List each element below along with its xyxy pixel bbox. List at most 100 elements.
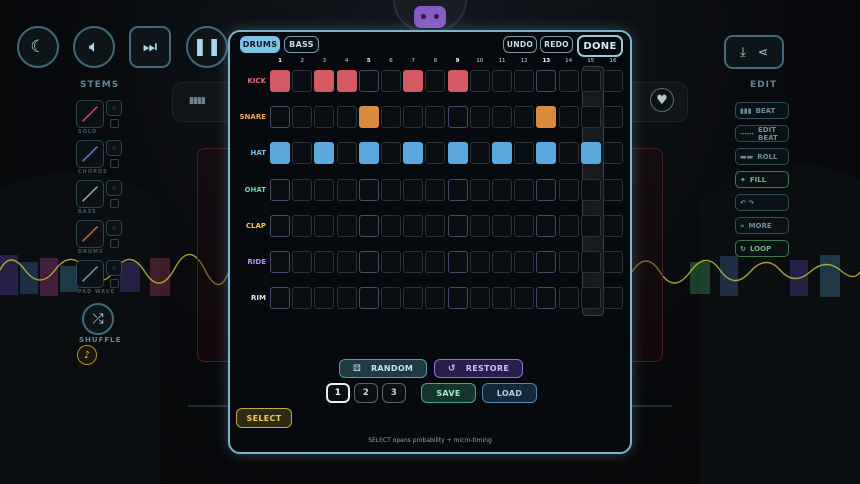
- step-cell-hat-14[interactable]: [558, 142, 579, 165]
- music-note-button[interactable]: ♪: [77, 345, 97, 365]
- step-cell-ride-5[interactable]: [358, 251, 379, 273]
- stem-3-toggle[interactable]: [76, 180, 104, 208]
- step-cell-hat-15[interactable]: [580, 142, 601, 165]
- step-cell-kick-8[interactable]: [425, 70, 446, 92]
- stem-1-options-icon[interactable]: ⁘: [106, 100, 122, 116]
- step-cell-kick-4[interactable]: [336, 70, 357, 92]
- random-button[interactable]: ⚄ RANDOM: [339, 359, 427, 378]
- step-cell-kick-2[interactable]: [292, 70, 313, 92]
- step-cell-ohat-6[interactable]: [381, 178, 401, 201]
- step-cell-clap-3[interactable]: [314, 214, 335, 237]
- step-cell-kick-7[interactable]: [403, 70, 424, 92]
- step-cell-hat-11[interactable]: [492, 142, 512, 165]
- edit-edit-beat-button[interactable]: ⋯⋯ EDIT BEAT: [735, 125, 789, 142]
- download-icon[interactable]: ⤓: [740, 45, 746, 60]
- step-cell-hat-13[interactable]: [536, 142, 557, 165]
- stem-5-options-icon[interactable]: ⁘: [106, 260, 122, 276]
- step-cell-snare-3[interactable]: [314, 106, 335, 129]
- step-cell-kick-13[interactable]: [536, 70, 557, 92]
- step-cell-snare-7[interactable]: [403, 106, 424, 129]
- step-cell-rim-13[interactable]: [536, 287, 557, 310]
- step-cell-clap-9[interactable]: [447, 214, 468, 237]
- stem-2-options-icon[interactable]: ⁘: [106, 140, 122, 156]
- step-cell-hat-10[interactable]: [469, 142, 490, 165]
- step-cell-rim-14[interactable]: [558, 287, 579, 310]
- stem-2-toggle[interactable]: [76, 140, 104, 168]
- step-cell-ohat-8[interactable]: [425, 178, 446, 201]
- step-cell-ride-11[interactable]: [492, 251, 512, 273]
- row-label-snare[interactable]: SNARE: [230, 113, 267, 121]
- row-label-rim[interactable]: RIM: [230, 294, 266, 302]
- step-cell-snare-5[interactable]: [358, 106, 379, 129]
- step-cell-ride-15[interactable]: [580, 251, 601, 273]
- redo-button[interactable]: REDO: [540, 36, 573, 53]
- edit-fill-button[interactable]: ✦ FILL: [735, 171, 789, 188]
- row-label-clap[interactable]: CLAP: [230, 222, 266, 230]
- edit-roll-button[interactable]: ▬▬ ROLL: [735, 148, 789, 165]
- row-label-ohat[interactable]: OHAT: [230, 186, 266, 194]
- pause-button[interactable]: ❚❚: [186, 26, 228, 68]
- stem-1-toggle[interactable]: [76, 100, 104, 128]
- share-icon[interactable]: ⋖: [758, 45, 768, 59]
- volume-button[interactable]: 🔈︎: [73, 26, 115, 68]
- step-cell-rim-10[interactable]: [469, 287, 490, 310]
- stem-4-options-icon[interactable]: ⁘: [106, 220, 122, 236]
- step-cell-clap-13[interactable]: [536, 214, 557, 237]
- step-cell-ohat-2[interactable]: [292, 178, 313, 201]
- step-cell-hat-16[interactable]: [603, 142, 623, 165]
- row-label-hat[interactable]: HAT: [230, 149, 266, 157]
- step-cell-rim-4[interactable]: [336, 287, 357, 310]
- stem-2-checkbox[interactable]: [110, 159, 119, 168]
- step-cell-snare-11[interactable]: [492, 106, 512, 129]
- skip-forward-button[interactable]: ⏭︎: [129, 26, 171, 68]
- step-cell-ride-13[interactable]: [536, 251, 557, 273]
- favorite-heart-button[interactable]: ♥: [650, 88, 674, 112]
- step-cell-ohat-10[interactable]: [469, 178, 490, 201]
- save-button[interactable]: SAVE: [421, 383, 476, 403]
- night-mode-button[interactable]: ☾: [17, 26, 59, 68]
- step-cell-ohat-9[interactable]: [447, 178, 468, 201]
- step-cell-kick-14[interactable]: [558, 70, 579, 92]
- step-cell-rim-12[interactable]: [514, 287, 535, 310]
- row-label-kick[interactable]: KICK: [230, 77, 266, 85]
- step-cell-kick-15[interactable]: [580, 70, 601, 92]
- step-cell-hat-5[interactable]: [358, 142, 379, 165]
- step-cell-kick-9[interactable]: [447, 70, 468, 92]
- pattern-slot-1[interactable]: 1: [326, 383, 350, 403]
- edit-beat-button[interactable]: ▮▮▮ BEAT: [735, 102, 789, 119]
- undo-button[interactable]: UNDO: [503, 36, 537, 53]
- step-cell-snare-8[interactable]: [425, 106, 446, 129]
- step-cell-hat-8[interactable]: [425, 142, 446, 165]
- step-cell-ohat-14[interactable]: [558, 178, 579, 201]
- step-cell-clap-14[interactable]: [558, 214, 579, 237]
- select-button[interactable]: SELECT: [236, 408, 292, 428]
- step-cell-rim-5[interactable]: [358, 287, 379, 310]
- step-cell-kick-5[interactable]: [358, 70, 379, 92]
- step-cell-clap-5[interactable]: [358, 214, 379, 237]
- step-cell-kick-16[interactable]: [603, 70, 623, 92]
- step-cell-kick-3[interactable]: [314, 70, 335, 92]
- edit-undo-redo-button[interactable]: ↶ ↷: [735, 194, 789, 211]
- stem-4-checkbox[interactable]: [110, 239, 119, 248]
- step-cell-ride-14[interactable]: [558, 251, 579, 273]
- step-cell-hat-7[interactable]: [403, 142, 424, 165]
- step-cell-clap-7[interactable]: [403, 214, 424, 237]
- step-cell-ohat-7[interactable]: [403, 178, 424, 201]
- step-cell-hat-3[interactable]: [314, 142, 335, 165]
- step-cell-ride-9[interactable]: [447, 251, 468, 273]
- step-cell-snare-6[interactable]: [381, 106, 401, 129]
- step-cell-hat-1[interactable]: [270, 142, 290, 165]
- tab-drums[interactable]: DRUMS: [240, 36, 280, 53]
- step-cell-hat-9[interactable]: [447, 142, 468, 165]
- step-cell-clap-4[interactable]: [336, 214, 357, 237]
- stem-3-options-icon[interactable]: ⁘: [106, 180, 122, 196]
- step-cell-clap-16[interactable]: [603, 214, 623, 237]
- step-cell-clap-6[interactable]: [381, 214, 401, 237]
- step-cell-hat-4[interactable]: [336, 142, 357, 165]
- step-cell-ohat-16[interactable]: [603, 178, 623, 201]
- step-cell-rim-3[interactable]: [314, 287, 335, 310]
- step-cell-ride-6[interactable]: [381, 251, 401, 273]
- step-cell-hat-2[interactable]: [292, 142, 313, 165]
- stem-5-checkbox[interactable]: [110, 279, 119, 288]
- step-cell-ride-3[interactable]: [314, 251, 335, 273]
